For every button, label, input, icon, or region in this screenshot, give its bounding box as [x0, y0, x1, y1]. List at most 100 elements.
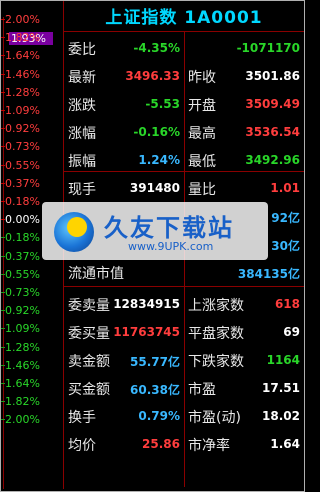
- row-label-right: 市盈(动): [188, 410, 241, 426]
- quote-row: 买金额 60.38亿 市盈 17.51: [64, 377, 304, 401]
- axis-tick-label: 1.64%: [5, 377, 40, 390]
- axis-tick-label: 0.37%: [5, 249, 40, 263]
- axis-tick-label: 0.55%: [5, 267, 40, 281]
- axis-tick-label: 1.46%: [5, 358, 40, 372]
- watermark: 久友下载站 www.9UPK.com: [42, 202, 268, 260]
- row-value-right: 384135亿: [237, 267, 300, 281]
- axis-tick-mark: [1, 55, 5, 57]
- row-value-right: 3509.49: [245, 97, 300, 111]
- watermark-url: www.9UPK.com: [128, 240, 214, 253]
- watermark-logo-icon: [54, 212, 94, 252]
- row-label-left: 买金额: [68, 382, 110, 398]
- axis-line: [3, 17, 4, 489]
- row-label-left: 均价: [68, 438, 96, 454]
- quote-row: 换手 0.79% 市盈(动) 18.02: [64, 405, 304, 429]
- row-value-right: 1.64: [270, 437, 300, 451]
- row-value-right: -1071170: [236, 41, 300, 55]
- row-label-right: 市盈: [188, 382, 216, 398]
- row-label-left: 卖金额: [68, 354, 110, 370]
- row-value-right: 17.51: [262, 381, 300, 395]
- axis-tick-mark: [1, 273, 5, 275]
- row-value-right: 18.02: [262, 409, 300, 423]
- axis-tick-mark: [1, 255, 5, 257]
- axis-tick-mark: [1, 91, 5, 93]
- row-value-right: 3536.54: [245, 125, 300, 139]
- axis-tick-label: 2.00%: [5, 13, 40, 26]
- row-label-left: 现手: [68, 182, 96, 198]
- axis-tick-label: 0.55%: [5, 158, 40, 172]
- axis-tick-mark: [1, 419, 5, 421]
- row-label-right: 昨收: [188, 70, 216, 86]
- axis-tick-label: 0.18%: [5, 195, 40, 208]
- row-value-left: 12834915: [113, 297, 180, 311]
- row-label-left: 涨跌: [68, 98, 96, 114]
- axis-tick-mark: [1, 19, 5, 20]
- axis-tick-label: 1.64%: [5, 49, 40, 63]
- row-value-right: 69: [283, 325, 300, 339]
- row-value-right: 618: [274, 297, 300, 311]
- axis-tick-label: 0.37%: [5, 176, 40, 190]
- row-label-right: 量比: [188, 182, 216, 198]
- row-value-left: 25.86: [142, 437, 180, 451]
- axis-tick-mark: [1, 237, 5, 239]
- row-value-left: 1.24%: [138, 153, 180, 167]
- quote-row: 涨幅 -0.16% 最高 3536.54: [64, 121, 304, 145]
- quote-row: 涨跌 -5.53 开盘 3509.49: [64, 93, 304, 117]
- row-value-left: 60.38亿: [130, 383, 180, 397]
- row-value-left: 0.79%: [138, 409, 180, 423]
- row-label-right: 开盘: [188, 98, 216, 114]
- quote-row: 最新 3496.33 昨收 3501.86: [64, 65, 304, 89]
- axis-tick-label: 0.00%: [5, 213, 40, 227]
- axis-tick-label: 1.28%: [5, 85, 40, 99]
- axis-tick-mark: [1, 310, 5, 312]
- row-value-right: 30亿: [271, 239, 300, 253]
- row-label-right: 市净率: [188, 438, 230, 454]
- quote-row: 振幅 1.24% 最低 3492.96: [64, 149, 304, 173]
- axis-tick-label: 0.92%: [5, 122, 40, 136]
- axis-tick-mark: [1, 182, 5, 184]
- row-value-right: 3492.96: [245, 153, 300, 167]
- axis-tick-mark: [1, 328, 5, 330]
- row-label-left: 流通市值: [68, 266, 124, 282]
- axis-tick-label: 0.92%: [5, 304, 40, 318]
- row-label-left: 涨幅: [68, 126, 96, 142]
- axis-tick-label: 1.09%: [5, 322, 40, 336]
- row-value-right: 92亿: [271, 211, 300, 225]
- axis-tick-mark: [1, 146, 5, 148]
- axis-tick-label: 0.73%: [5, 286, 40, 299]
- row-label-left: 委买量: [68, 326, 110, 342]
- row-label-left: 换手: [68, 410, 96, 426]
- row-label-right: 下跌家数: [188, 354, 244, 370]
- row-value-right: 1164: [266, 353, 300, 367]
- axis-tick-label: 0.73%: [5, 140, 40, 154]
- axis-tick-mark: [1, 201, 5, 202]
- row-value-left: 3496.33: [125, 69, 180, 83]
- axis-tick-mark: [1, 110, 5, 111]
- row-value-left: -4.35%: [133, 41, 180, 55]
- axis-tick-mark: [1, 37, 5, 39]
- row-value-left: 391480: [129, 181, 180, 195]
- axis-tick-mark: [1, 219, 5, 221]
- row-value-right: 1.01: [270, 181, 300, 195]
- row-label-left: 委卖量: [68, 298, 110, 314]
- row-label-right: 最高: [188, 126, 216, 142]
- axis-tick-mark: [1, 346, 5, 348]
- axis-tick-label: 1.82%: [5, 395, 40, 409]
- row-value-left: 55.77亿: [130, 355, 180, 369]
- axis-tick-label: 0.18%: [5, 231, 40, 245]
- row-label-left: 振幅: [68, 154, 96, 170]
- quote-row: 现手 391480 量比 1.01: [64, 177, 304, 201]
- quote-row: 委卖量 12834915 上涨家数 618: [64, 293, 304, 317]
- quote-row: 委比 -4.35% -1071170: [64, 37, 304, 61]
- axis-tick-mark: [1, 383, 5, 384]
- quote-row: 委买量 11763745 平盘家数 69: [64, 321, 304, 345]
- axis-tick-mark: [1, 73, 5, 75]
- row-label-right: 最低: [188, 154, 216, 170]
- row-label-right: 上涨家数: [188, 298, 244, 314]
- row-label-left: 最新: [68, 70, 96, 86]
- axis-tick-mark: [1, 401, 5, 403]
- row-value-right: 3501.86: [245, 69, 300, 83]
- row-value-left: -5.53: [145, 97, 180, 111]
- row-label-left: 委比: [68, 42, 96, 58]
- watermark-title: 久友下载站: [104, 214, 234, 242]
